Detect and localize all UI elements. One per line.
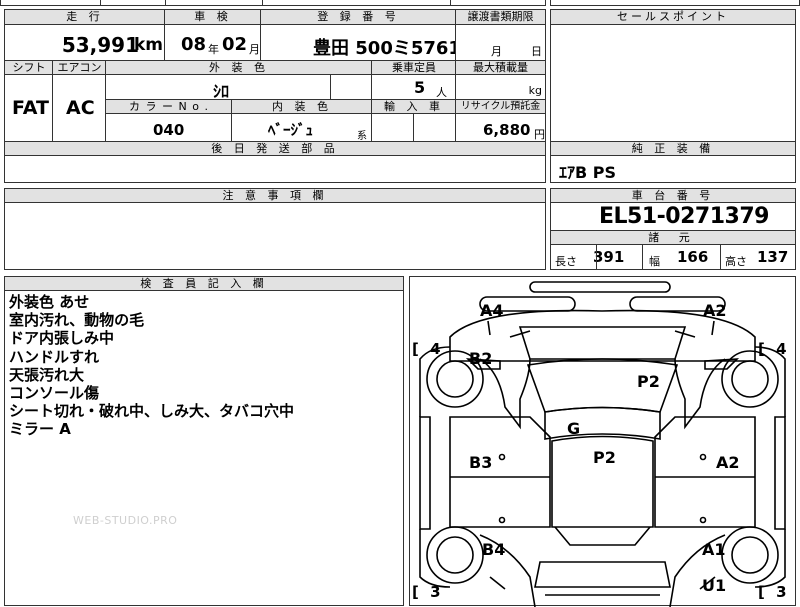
capacity-cell: 5 人 — [372, 75, 456, 100]
inspector-note: シート切れ・破れ中、しみ大、タバコ穴中 — [9, 402, 295, 421]
damage-mark-a2-front: A2 — [703, 301, 727, 320]
registration-header: 登 録 番 号 — [261, 10, 456, 25]
exterior-color-cell: ｼﾛ — [106, 75, 372, 100]
sales-point-header: セールスポイント — [551, 10, 795, 25]
caution-header: 注 意 事 項 欄 — [5, 189, 545, 203]
registration-cell: 豊田 500ミ5761 — [261, 25, 456, 61]
tire-front-right: [ 4 ] — [758, 340, 798, 358]
recycle-header: リサイクル預託金 — [456, 100, 545, 114]
interior-color-cell: ﾍﾞｰｼﾞｭ 系 — [232, 114, 372, 142]
inspector-note: 室内汚れ、動物の毛 — [9, 311, 145, 330]
shift-value: FAT — [12, 97, 49, 119]
inspector-note: ハンドルすれ — [9, 347, 100, 366]
interior-color-suffix: 系 — [357, 131, 367, 142]
chassis-panel: 車 台 番 号 EL51-0271379 諸 元 長さ 391 幅 166 高さ… — [550, 188, 796, 270]
car-outline-diagram — [419, 281, 786, 607]
damage-mark-a4: A4 — [480, 301, 504, 320]
tire-rear-right: [ 3 ] — [758, 583, 798, 601]
import-header: 輸 入 車 — [372, 100, 456, 114]
chassis-number: EL51-0271379 — [599, 204, 769, 229]
aircon-header: エアコン — [53, 61, 106, 75]
damage-mark-u1: U1 — [702, 576, 727, 595]
oem-equipment-value: ｴｱB PS — [559, 163, 617, 182]
max-load-unit: kg — [528, 84, 542, 97]
inspector-note: 天張汚れ大 — [9, 365, 85, 384]
recycle-fee-value: 6,880 — [483, 121, 531, 139]
max-load-header: 最大積載量 — [456, 61, 545, 75]
inspector-panel: 検 査 員 記 入 欄 外装色 あせ 室内汚れ、動物の毛 ドア内張しみ中 ハンド… — [4, 276, 404, 606]
exterior-color-header: 外 装 色 — [106, 61, 372, 75]
max-load-cell: kg — [456, 75, 545, 100]
inspector-note: 外装色 あせ — [9, 293, 90, 311]
capacity-unit: 人 — [436, 86, 447, 99]
inspection-month-unit: 月 — [249, 43, 260, 56]
mileage-cell: 53,991 km — [5, 25, 165, 61]
import-cell — [372, 114, 456, 142]
transfer-deadline-header: 譲渡書類期限 — [456, 10, 545, 25]
interior-color-value: ﾍﾞｰｼﾞｭ — [268, 121, 314, 139]
recycle-fee-unit: 円 — [534, 128, 545, 141]
inspector-note: ドア内張しみ中 — [9, 329, 115, 348]
later-parts-cell — [5, 156, 545, 182]
damage-mark-b2: B2 — [469, 349, 493, 368]
color-no-cell: 040 — [106, 114, 232, 142]
tire-rear-left: [ 3 ] — [412, 583, 452, 601]
transfer-month-unit: 月 — [491, 45, 502, 58]
top-strip-right — [550, 0, 800, 6]
recycle-cell: 6,880 円 — [456, 114, 545, 142]
damage-mark-a1: A1 — [702, 540, 726, 559]
color-no-value: 040 — [153, 121, 185, 139]
registration-number: 豊田 500ミ5761 — [313, 38, 456, 59]
mileage-header: 走 行 — [5, 10, 165, 25]
watermark: WEB-STUDIO.PRO — [73, 514, 178, 527]
height-label: 高さ — [725, 255, 747, 268]
damage-mark-p2-windshield: P2 — [637, 372, 660, 391]
damage-mark-b4: B4 — [482, 540, 506, 559]
specs-header: 諸 元 — [551, 231, 795, 245]
width-value: 166 — [677, 248, 709, 266]
inspector-note: ミラー A — [9, 420, 71, 439]
vehicle-info-table: 走 行 車 検 登 録 番 号 譲渡書類期限 53,991 km 08 年 02… — [4, 9, 546, 183]
damage-mark-p2-roof: P2 — [593, 448, 616, 467]
damage-mark-b3: B3 — [469, 453, 493, 472]
width-label: 幅 — [649, 255, 660, 268]
capacity-value: 5 — [414, 78, 426, 97]
chassis-number-cell: EL51-0271379 — [551, 203, 795, 231]
mileage-unit: km — [133, 35, 163, 55]
shift-header: シフト — [5, 61, 53, 75]
later-parts-header: 後 日 発 送 部 品 — [5, 142, 545, 156]
oem-equipment-cell: ｴｱB PS — [551, 156, 795, 182]
top-strip — [0, 0, 546, 6]
aircon-value: AC — [66, 97, 95, 119]
capacity-header: 乗車定員 — [372, 61, 456, 75]
oem-equipment-header: 純 正 装 備 — [551, 142, 795, 156]
inspection-month: 02 — [222, 34, 248, 55]
transfer-day-unit: 日 — [531, 45, 542, 58]
inspection-year-unit: 年 — [208, 43, 219, 56]
chassis-header: 車 台 番 号 — [551, 189, 795, 203]
specs-cell: 長さ 391 幅 166 高さ 137 — [551, 245, 795, 269]
shift-cell: FAT — [5, 75, 53, 142]
length-value: 391 — [593, 248, 625, 266]
caution-panel: 注 意 事 項 欄 — [4, 188, 546, 270]
damage-diagram-panel: [ 4 ] [ 4 ] [ 3 ] [ 3 ] A4 A2 B2 P2 G B3… — [409, 276, 798, 607]
interior-color-header: 内 装 色 — [232, 100, 372, 114]
damage-mark-g: G — [567, 419, 581, 438]
inspection-header: 車 検 — [165, 10, 261, 25]
inspection-year: 08 — [181, 34, 207, 55]
inspector-header: 検 査 員 記 入 欄 — [5, 277, 403, 291]
tire-front-left: [ 4 ] — [412, 340, 452, 358]
inspector-notes: 外装色 あせ 室内汚れ、動物の毛 ドア内張しみ中 ハンドルすれ 天張汚れ大 コン… — [9, 293, 294, 439]
color-no-header: カ ラ ー N o . — [106, 100, 232, 114]
damage-mark-a2-side: A2 — [716, 453, 740, 472]
inspection-cell: 08 年 02 月 — [165, 25, 261, 61]
sales-point-panel: セールスポイント 純 正 装 備 ｴｱB PS — [550, 9, 796, 183]
aircon-cell: AC — [53, 75, 106, 142]
inspector-note: コンソール傷 — [9, 384, 100, 403]
height-value: 137 — [757, 248, 789, 266]
transfer-deadline-cell: 月 日 — [456, 25, 545, 61]
mileage-value: 53,991 — [61, 33, 139, 57]
exterior-color-value: ｼﾛ — [213, 82, 230, 100]
length-label: 長さ — [555, 255, 577, 268]
